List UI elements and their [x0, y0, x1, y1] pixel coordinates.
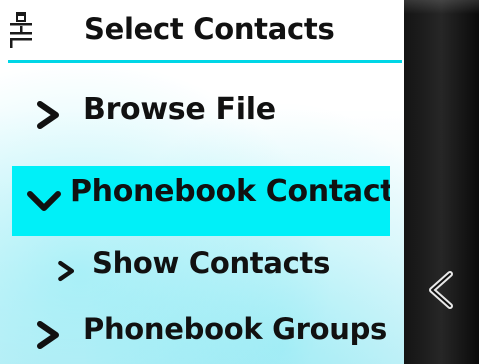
menu-item-phonebook-groups[interactable]: Phonebook Groups [12, 306, 392, 364]
chevron-left-icon[interactable] [424, 268, 458, 312]
menu-item-label: Phonebook Groups [83, 312, 388, 346]
page-title: Select Contacts [84, 12, 335, 46]
menu-item-label: Browse File [83, 92, 276, 127]
chevron-down-icon [27, 191, 61, 211]
side-panel [404, 0, 479, 364]
header-divider [8, 60, 402, 63]
chevron-right-icon [37, 101, 59, 129]
menu-item-show-contacts[interactable]: Show Contacts [50, 240, 390, 306]
header: Select Contacts [0, 0, 404, 63]
menu-item-label: Phonebook Contacts [70, 174, 390, 209]
chevron-right-icon [58, 260, 75, 282]
menu-item-phonebook-contacts[interactable]: Phonebook Contacts [12, 166, 390, 236]
menu-panel: Select Contacts Browse File Phonebook Co… [0, 0, 404, 364]
menu-item-label: Show Contacts [92, 246, 331, 280]
menu-item-browse-file[interactable]: Browse File [12, 80, 392, 146]
contact-filter-icon [10, 12, 32, 48]
chevron-right-icon [37, 321, 59, 349]
